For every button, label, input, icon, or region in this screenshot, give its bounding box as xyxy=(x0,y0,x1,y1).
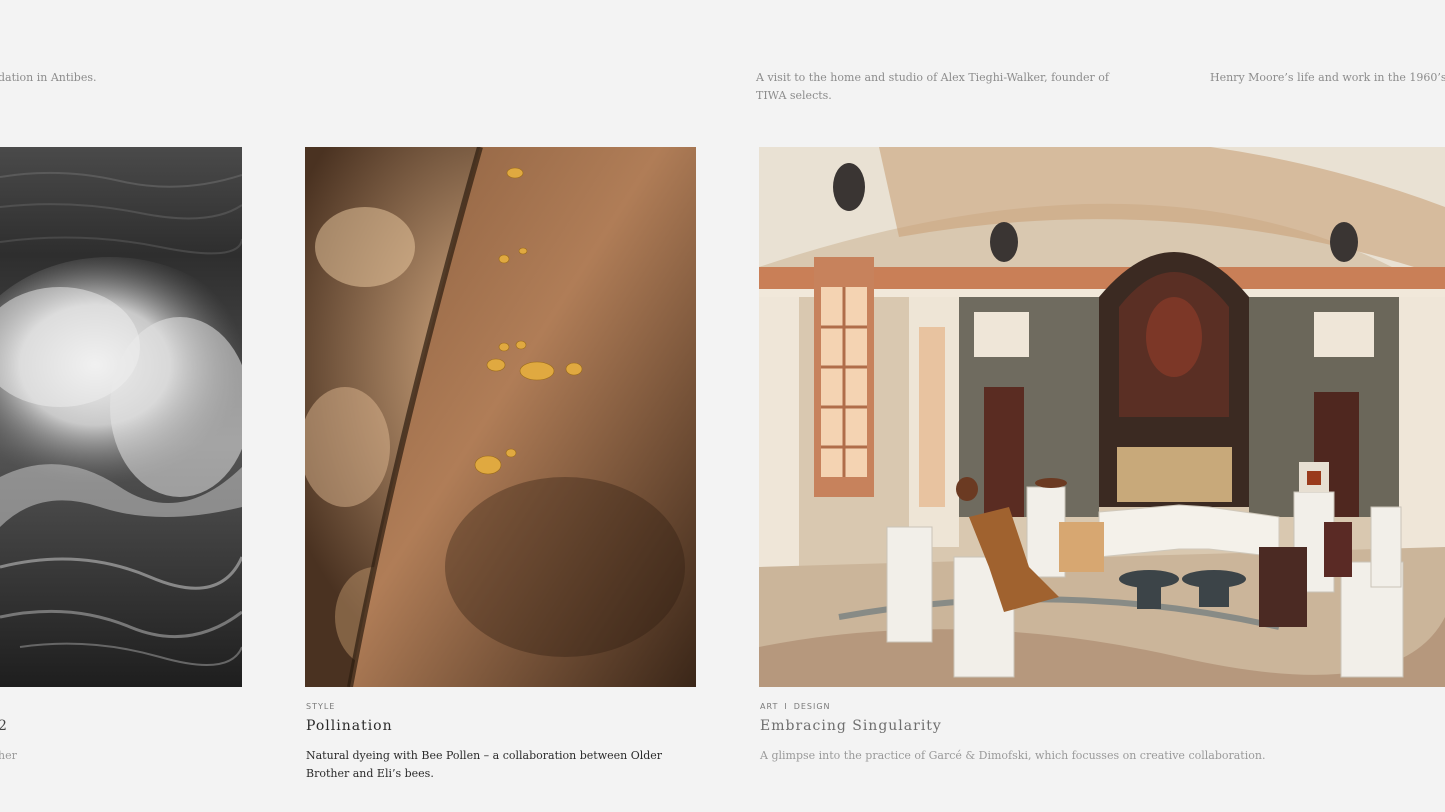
article-image-pollination[interactable] xyxy=(305,147,696,687)
top-excerpt-3: A visit to the home and studio of Alex T… xyxy=(756,71,1109,102)
fresco-hall-photo xyxy=(759,147,1445,687)
top-excerpt-1: dation in Antibes. xyxy=(0,71,97,84)
article-image-embracing-singularity[interactable] xyxy=(759,147,1445,687)
pollination-photo xyxy=(305,147,696,687)
card-3-title[interactable]: Embracing Singularity xyxy=(760,718,942,734)
card-2-title[interactable]: Pollination xyxy=(306,718,393,734)
article-carousel: dation in Antibes. A visit to the home a… xyxy=(0,0,1445,812)
card-1-description: her xyxy=(0,749,17,762)
article-image-ocean-wave[interactable] xyxy=(0,147,242,687)
card-2-description: Natural dyeing with Bee Pollen – a colla… xyxy=(306,749,663,780)
top-excerpt-4: Henry Moore’s life and work in the 1960’… xyxy=(1210,71,1445,84)
card-2-tags: STYLE xyxy=(306,702,335,711)
card-3-tags: ART I DESIGN xyxy=(760,702,831,711)
card-3-description: A glimpse into the practice of Garcé & D… xyxy=(760,749,1266,762)
card-1-title[interactable]: 2 xyxy=(0,718,8,734)
tag-art[interactable]: ART xyxy=(760,702,778,711)
tag-separator: I xyxy=(784,702,788,711)
ocean-wave-photo xyxy=(0,147,242,687)
tag-design[interactable]: DESIGN xyxy=(794,702,831,711)
tag-style[interactable]: STYLE xyxy=(306,702,335,711)
